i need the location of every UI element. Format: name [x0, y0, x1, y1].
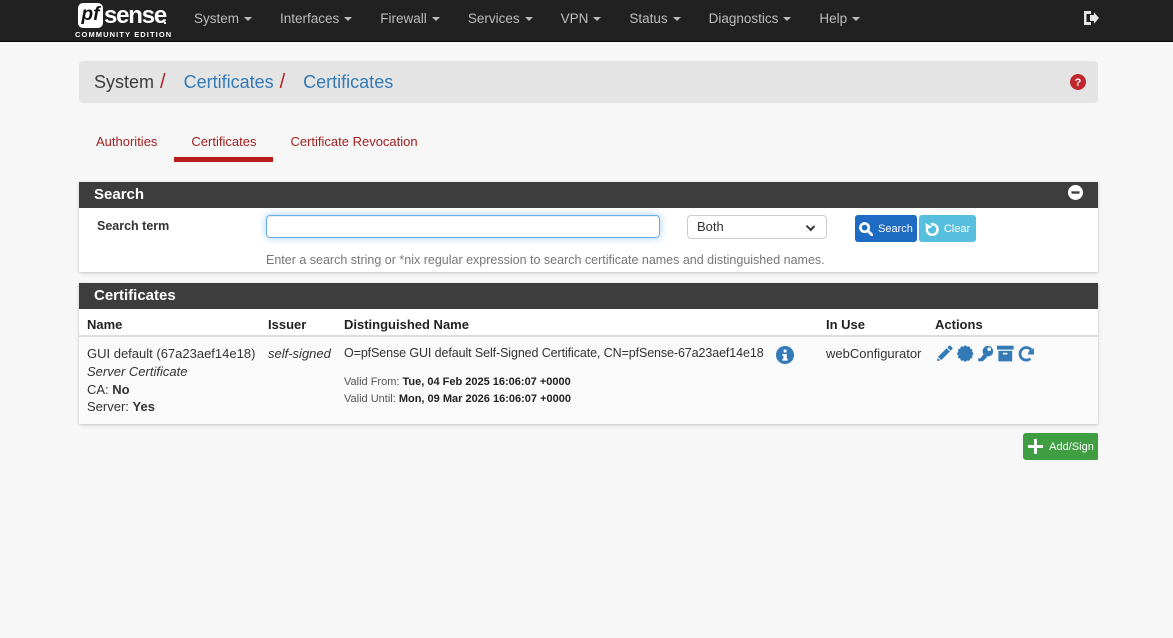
- svg-text:?: ?: [1075, 77, 1082, 89]
